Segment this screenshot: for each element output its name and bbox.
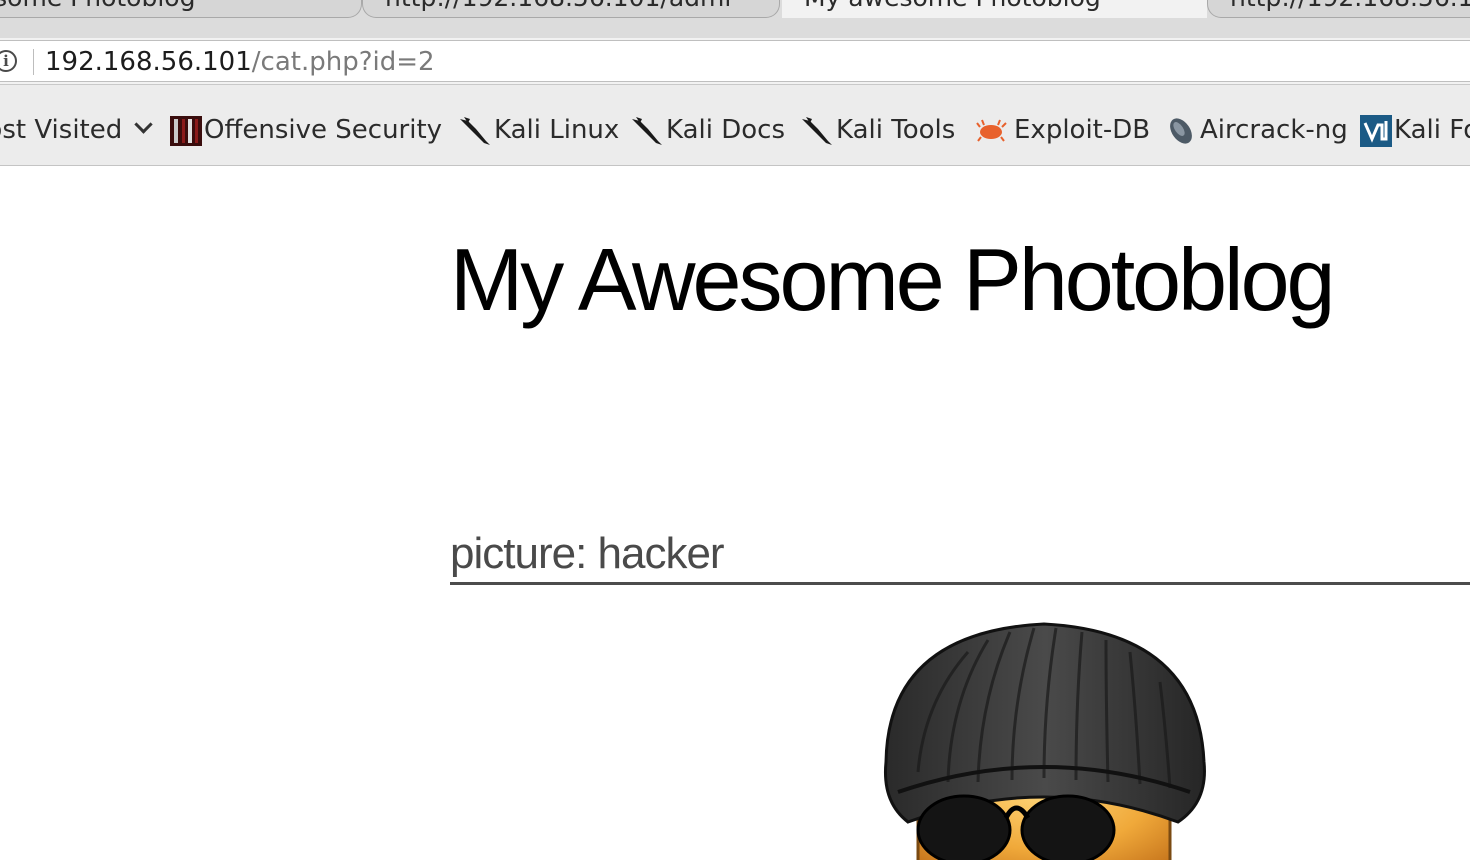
navigation-bar: i 192.168.56.101/cat.php?id=2 xyxy=(0,38,1470,85)
tab-my-awesome-photoblog[interactable]: My awesome Photoblog xyxy=(782,0,1207,18)
bookmarks-toolbar: Most Visited Offensive Security xyxy=(0,85,1470,166)
kali-dragon-icon xyxy=(630,115,664,147)
bookmark-kali-linux[interactable]: Kali Linux xyxy=(458,113,619,147)
aircrack-icon xyxy=(1164,115,1198,147)
browser-window: awesome Photoblog http://192.168.56.101/… xyxy=(0,0,1470,860)
tab-strip: awesome Photoblog http://192.168.56.101/… xyxy=(0,0,1470,39)
exploit-db-icon xyxy=(976,117,1008,145)
url-text[interactable]: 192.168.56.101/cat.php?id=2 xyxy=(45,46,435,78)
bookmark-aircrack-ng[interactable]: Aircrack-ng xyxy=(1164,113,1348,147)
offensive-security-icon xyxy=(170,115,202,147)
bookmark-exploit-db[interactable]: Exploit-DB xyxy=(976,113,1150,147)
bookmark-label: Kali Docs xyxy=(666,115,786,145)
hacker-picture xyxy=(878,622,1210,860)
bookmark-label: Aircrack-ng xyxy=(1200,115,1348,145)
bookmark-label: Most Visited xyxy=(0,115,123,145)
bookmark-label: Exploit-DB xyxy=(1014,115,1151,145)
bookmark-offensive-security[interactable]: Offensive Security xyxy=(170,113,442,147)
tab-host-url[interactable]: http://192.168.56.101/ xyxy=(1207,0,1470,18)
bookmark-kali-tools[interactable]: Kali Tools xyxy=(800,113,955,147)
kali-dragon-icon xyxy=(800,115,834,147)
bookmark-label: Offensive Security xyxy=(204,115,443,145)
bookmark-most-visited[interactable]: Most Visited xyxy=(0,113,153,147)
tab-awesome-photoblog[interactable]: awesome Photoblog xyxy=(0,0,362,18)
page-title: My Awesome Photoblog xyxy=(450,230,1335,329)
bookmark-label: Kali Linux xyxy=(494,115,620,145)
site-info-icon[interactable]: i xyxy=(0,50,17,72)
url-host: 192.168.56.101 xyxy=(45,47,252,77)
url-path: /cat.php?id=2 xyxy=(251,47,435,77)
bookmark-label: Kali Tools xyxy=(836,115,956,145)
kali-forums-icon xyxy=(1360,114,1392,147)
kali-dragon-icon xyxy=(458,115,492,147)
page-content: My Awesome Photoblog picture: hacker xyxy=(0,166,1470,860)
bookmark-kali-docs[interactable]: Kali Docs xyxy=(630,113,785,147)
url-bar[interactable]: i 192.168.56.101/cat.php?id=2 xyxy=(0,40,1470,82)
chevron-down-icon xyxy=(133,115,153,134)
tab-admin-url[interactable]: http://192.168.56.101/admi xyxy=(362,0,780,18)
picture-heading: picture: hacker xyxy=(450,526,1470,585)
bookmark-kali-forums[interactable]: Kali Forums xyxy=(1360,113,1470,147)
bookmark-label: Kali Forums xyxy=(1394,115,1470,145)
url-separator xyxy=(33,49,34,75)
